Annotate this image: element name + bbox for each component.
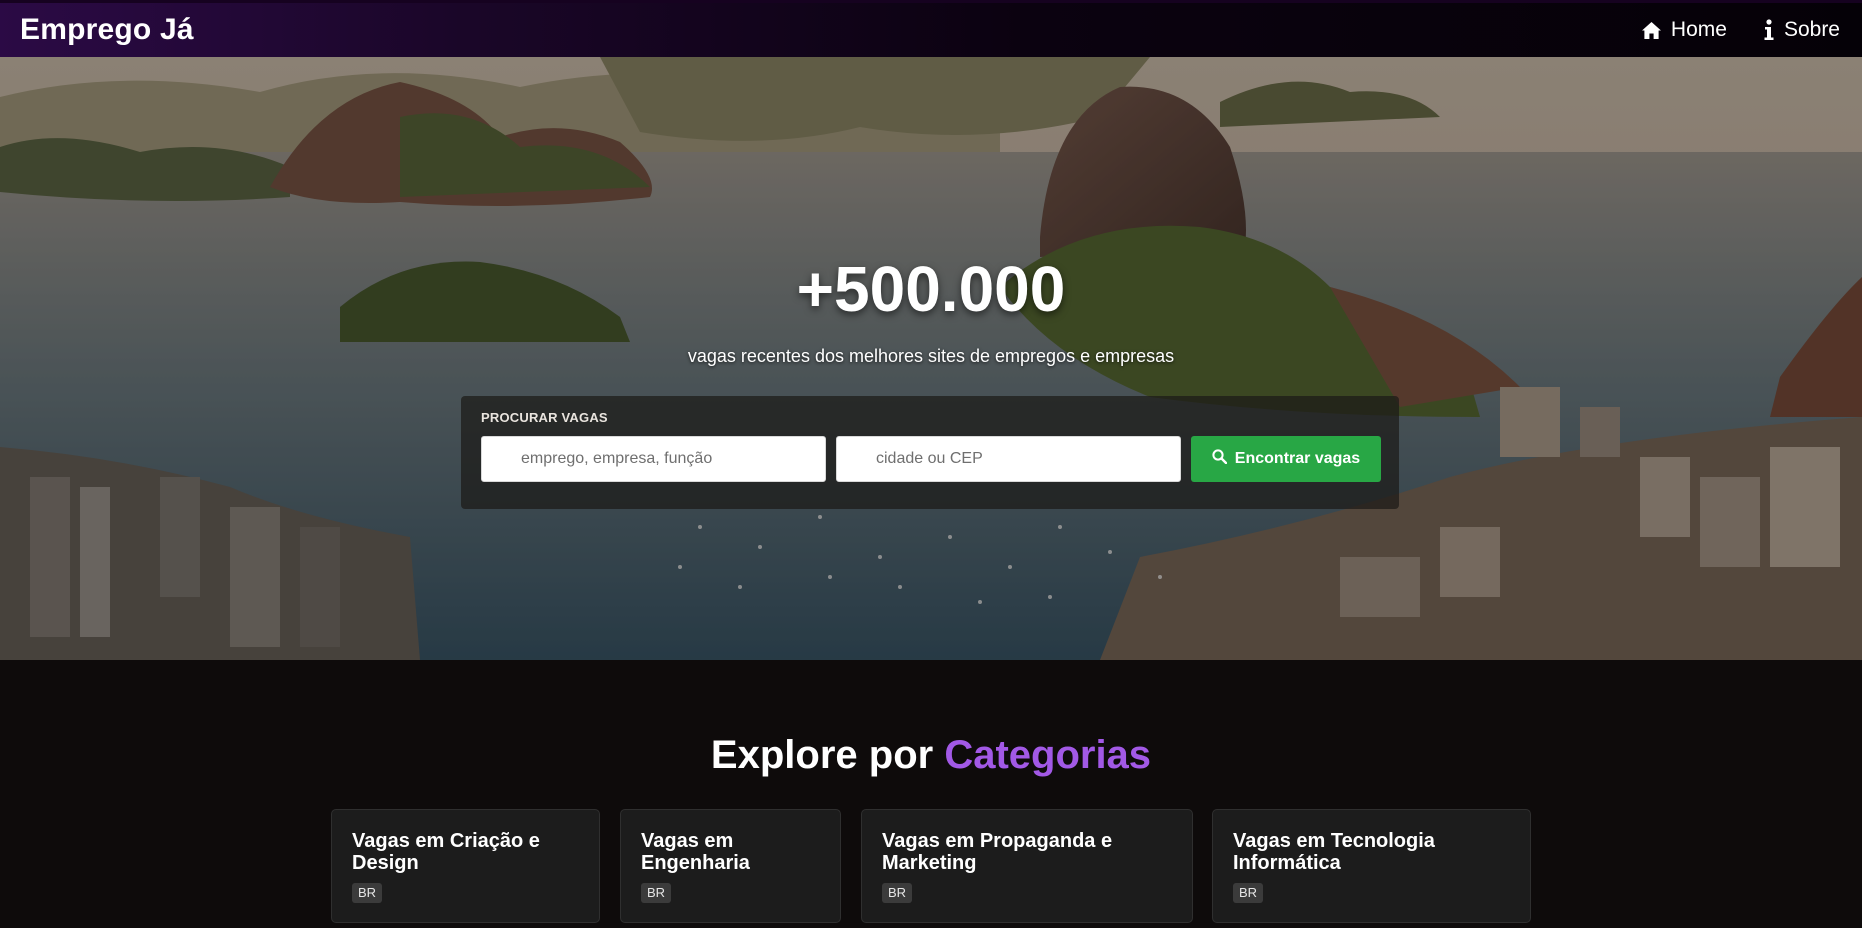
category-title: Vagas em Propaganda e Marketing <box>882 830 1113 874</box>
brand-logo[interactable]: Emprego Já <box>20 13 194 47</box>
country-badge: BR <box>1233 883 1264 903</box>
categories-heading-prefix: Explore por <box>710 733 945 777</box>
category-title: Vagas em Tecnologia Informática <box>1233 830 1435 874</box>
find-jobs-button[interactable]: Encontrar vagas <box>1191 436 1381 482</box>
home-icon <box>1641 21 1662 40</box>
category-card-engineering[interactable]: Vagas em Engenharia BR <box>620 809 841 923</box>
job-keyword-input[interactable] <box>481 436 826 482</box>
country-badge: BR <box>352 883 383 903</box>
country-badge: BR <box>882 883 913 903</box>
nav-about-link[interactable]: Sobre <box>1763 18 1840 42</box>
hero-section: +500.000 vagas recentes dos melhores sit… <box>0 57 1862 660</box>
category-card-design[interactable]: Vagas em Criação e Design BR <box>331 809 600 923</box>
find-jobs-label: Encontrar vagas <box>1234 450 1361 467</box>
categories-heading: Explore por Categorias <box>0 733 1862 778</box>
location-input[interactable] <box>836 436 1181 482</box>
search-icon <box>1212 449 1227 469</box>
nav-about-label: Sobre <box>1783 18 1840 41</box>
category-title: Vagas em Engenharia <box>641 830 750 874</box>
category-title: Vagas em Criação e Design <box>352 830 540 874</box>
jobs-count-headline: +500.000 <box>796 253 1066 325</box>
top-navbar: Emprego Já Home Sobre <box>0 0 1862 57</box>
info-icon <box>1763 19 1775 41</box>
nav-home-label: Home <box>1670 18 1727 41</box>
nav-links: Home Sobre <box>1641 18 1842 42</box>
category-card-marketing[interactable]: Vagas em Propaganda e Marketing BR <box>861 809 1193 923</box>
categories-heading-accent: Categorias <box>944 733 1152 777</box>
search-panel-label: PROCURAR VAGAS <box>481 410 608 425</box>
country-badge: BR <box>641 883 672 903</box>
hero-subtitle: vagas recentes dos melhores sites de emp… <box>687 346 1175 366</box>
job-search-panel: PROCURAR VAGAS Encontrar vagas <box>461 396 1399 509</box>
nav-home-link[interactable]: Home <box>1641 18 1727 42</box>
category-card-technology[interactable]: Vagas em Tecnologia Informática BR <box>1212 809 1531 923</box>
